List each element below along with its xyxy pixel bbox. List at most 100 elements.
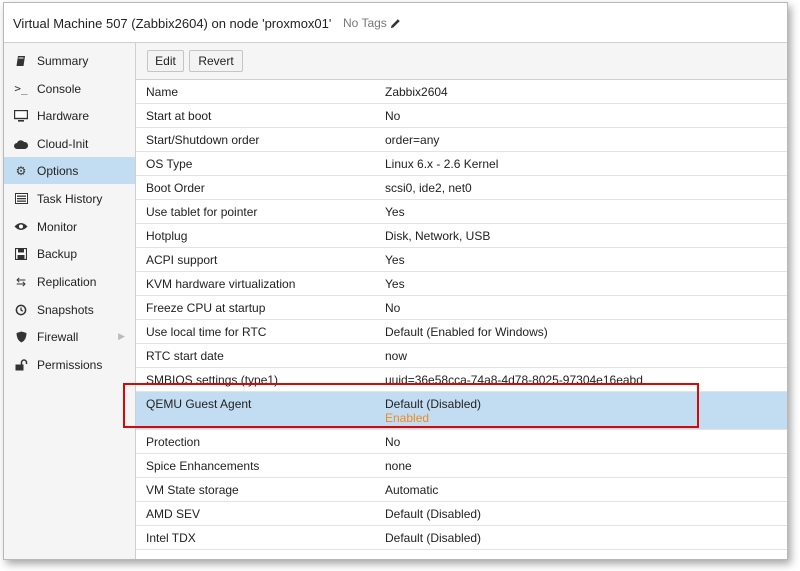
sidebar-item-snapshots[interactable]: Snapshots	[4, 296, 135, 323]
page-title: Virtual Machine 507 (Zabbix2604) on node…	[13, 16, 332, 31]
option-key: Boot Order	[146, 181, 205, 195]
sidebar: Summary >_ Console Hardware Cloud-Init ⚙…	[4, 43, 136, 559]
table-row[interactable]: Use tablet for pointer Yes	[136, 200, 787, 224]
eye-icon	[13, 222, 29, 231]
option-key: AMD SEV	[146, 507, 201, 521]
option-value: Linux 6.x - 2.6 Kernel	[385, 157, 499, 171]
sidebar-item-backup[interactable]: Backup	[4, 240, 135, 267]
option-value: none	[385, 459, 412, 473]
edit-button[interactable]: Edit	[147, 50, 184, 72]
option-value: Default (Disabled)	[385, 531, 482, 545]
table-row[interactable]: Hotplug Disk, Network, USB	[136, 224, 787, 248]
table-row[interactable]: Boot Order scsi0, ide2, net0	[136, 176, 787, 200]
sidebar-item-replication[interactable]: ⇆ Replication	[4, 268, 135, 295]
option-key: Protection	[146, 435, 201, 449]
option-value: Zabbix2604	[385, 85, 448, 99]
sidebar-item-label: Permissions	[37, 357, 103, 372]
option-key: Intel TDX	[146, 531, 196, 545]
table-row[interactable]: Start at boot No	[136, 104, 787, 128]
list-icon	[13, 193, 29, 204]
option-key: Hotplug	[146, 229, 188, 243]
pending-value: Enabled	[385, 411, 430, 425]
table-row[interactable]: SMBIOS settings (type1) uuid=36e58cca-74…	[136, 368, 787, 392]
option-key: Spice Enhancements	[146, 459, 260, 473]
option-key: Start at boot	[146, 109, 212, 123]
option-key: RTC start date	[146, 349, 224, 363]
sidebar-item-summary[interactable]: Summary	[4, 47, 135, 74]
table-row[interactable]: RTC start date now	[136, 344, 787, 368]
sidebar-item-label: Firewall	[37, 329, 79, 344]
sidebar-item-firewall[interactable]: Firewall ▶	[4, 323, 135, 350]
table-row[interactable]: Freeze CPU at startup No	[136, 296, 787, 320]
sidebar-item-console[interactable]: >_ Console	[4, 75, 135, 102]
option-key: OS Type	[146, 157, 193, 171]
option-key: Start/Shutdown order	[146, 133, 260, 147]
option-value: uuid=36e58cca-74a8-4d78-8025-97304e16eab…	[385, 373, 643, 387]
option-key: Use local time for RTC	[146, 325, 267, 339]
option-value: scsi0, ide2, net0	[385, 181, 472, 195]
sidebar-item-label: Console	[37, 81, 82, 96]
gear-icon: ⚙	[15, 163, 27, 178]
table-row[interactable]: OS Type Linux 6.x - 2.6 Kernel	[136, 152, 787, 176]
sidebar-item-label: Replication	[37, 274, 97, 289]
table-row[interactable]: Use local time for RTC Default (Enabled …	[136, 320, 787, 344]
floppy-icon	[13, 247, 29, 260]
table-row[interactable]: KVM hardware virtualization Yes	[136, 272, 787, 296]
revert-button[interactable]: Revert	[189, 50, 243, 72]
option-key: VM State storage	[146, 483, 239, 497]
option-value: Default (Enabled for Windows)	[385, 325, 548, 339]
option-value: Yes	[385, 277, 405, 291]
option-value: Disk, Network, USB	[385, 229, 491, 243]
cloud-icon	[13, 139, 29, 149]
table-row[interactable]: ACPI support Yes	[136, 248, 787, 272]
option-value: Automatic	[385, 483, 439, 497]
book-icon	[13, 55, 29, 67]
sidebar-item-options[interactable]: ⚙ Options	[4, 157, 135, 184]
pencil-icon[interactable]	[390, 18, 401, 29]
option-value: No	[385, 109, 401, 123]
sidebar-item-label: Cloud-Init	[37, 136, 89, 151]
option-value: now	[385, 349, 408, 363]
panel-header: Virtual Machine 507 (Zabbix2604) on node…	[4, 3, 787, 43]
sidebar-item-label: Task History	[37, 191, 103, 206]
sidebar-item-monitor[interactable]: Monitor	[4, 213, 135, 240]
option-value: Default (Disabled)	[385, 507, 482, 521]
sidebar-item-label: Hardware	[37, 108, 90, 123]
option-key: KVM hardware virtualization	[146, 277, 296, 291]
option-value: No	[385, 301, 401, 315]
option-key: ACPI support	[146, 253, 218, 267]
table-row[interactable]: Name Zabbix2604	[136, 80, 787, 104]
tags-editor[interactable]: No Tags	[343, 16, 401, 30]
table-row[interactable]: AMD SEV Default (Disabled)	[136, 502, 787, 526]
monitor-icon	[13, 109, 29, 122]
table-row-selected[interactable]: QEMU Guest Agent Default (Disabled) Enab…	[136, 392, 787, 430]
option-value: No	[385, 435, 401, 449]
sidebar-item-hardware[interactable]: Hardware	[4, 102, 135, 129]
option-value: Default (Disabled)	[385, 397, 482, 411]
option-value: order=any	[385, 133, 440, 147]
sidebar-item-label: Monitor	[37, 219, 78, 234]
option-key: SMBIOS settings (type1)	[146, 373, 279, 387]
tags-label: No Tags	[343, 16, 387, 30]
option-key: Freeze CPU at startup	[146, 301, 266, 315]
sidebar-item-label: Summary	[37, 53, 89, 68]
terminal-icon: >_	[14, 82, 28, 95]
table-row[interactable]: Start/Shutdown order order=any	[136, 128, 787, 152]
table-row[interactable]: Protection No	[136, 430, 787, 454]
retweet-icon: ⇆	[15, 274, 27, 289]
vm-panel: Virtual Machine 507 (Zabbix2604) on node…	[3, 2, 788, 560]
option-value: Yes	[385, 253, 405, 267]
chevron-right-icon[interactable]: ▶	[118, 331, 125, 342]
sidebar-item-task-history[interactable]: Task History	[4, 185, 135, 212]
toolbar: Edit Revert	[136, 43, 787, 80]
table-row[interactable]: VM State storage Automatic	[136, 478, 787, 502]
sidebar-item-cloud-init[interactable]: Cloud-Init	[4, 130, 135, 157]
history-icon	[13, 304, 29, 316]
unlock-icon	[13, 358, 29, 371]
option-key: Name	[146, 85, 179, 99]
option-value: Yes	[385, 205, 405, 219]
table-row[interactable]: Intel TDX Default (Disabled)	[136, 526, 787, 550]
shield-icon	[13, 331, 29, 343]
sidebar-item-permissions[interactable]: Permissions	[4, 351, 135, 378]
table-row[interactable]: Spice Enhancements none	[136, 454, 787, 478]
